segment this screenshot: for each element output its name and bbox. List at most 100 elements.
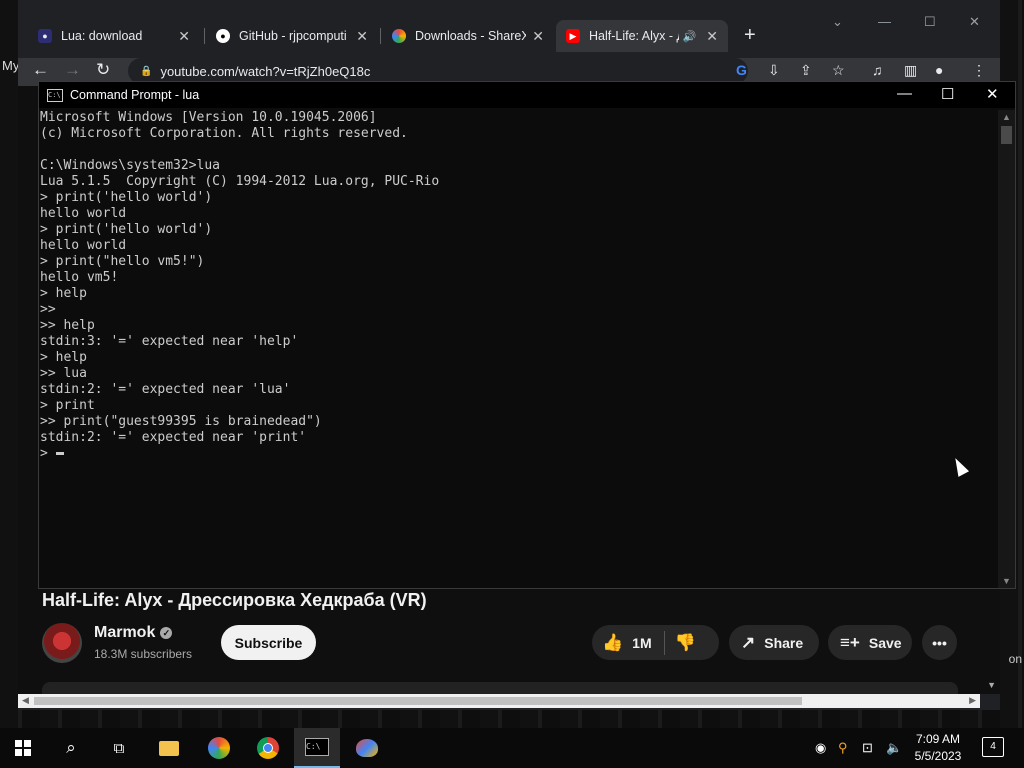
console-output[interactable]: Microsoft Windows [Version 10.0.19045.20…: [39, 110, 998, 588]
chrome-taskbar-icon[interactable]: [245, 728, 291, 768]
tab-title: Half-Life: Alyx - Д: [589, 29, 679, 43]
windows-logo-icon: [15, 740, 31, 756]
close-tab-icon[interactable]: ✕: [532, 28, 544, 45]
scroll-down-icon[interactable]: ▼: [1002, 576, 1011, 586]
volume-icon[interactable]: 🔈: [886, 740, 902, 756]
console-line: > print("hello vm5!"): [40, 254, 205, 269]
cmd-taskbar-icon[interactable]: C:\: [294, 728, 340, 768]
verified-icon: ✓: [160, 626, 173, 639]
network-icon[interactable]: ⊡: [862, 740, 873, 756]
console-line: stdin:2: '=' expected near 'lua': [40, 382, 291, 397]
scroll-left-icon[interactable]: ◀: [22, 695, 29, 706]
google-lens-icon[interactable]: G: [736, 62, 747, 78]
youtube-icon: ▶: [566, 29, 580, 43]
tab-youtube-half-life[interactable]: ▶ Half-Life: Alyx - Д 🔊 ✕: [556, 20, 728, 52]
reload-icon[interactable]: ↻: [96, 60, 110, 80]
tab-sharex[interactable]: Downloads - ShareX ✕: [382, 20, 554, 52]
cmd-title-bar[interactable]: C:\ Command Prompt - lua — ☐ ✕: [39, 82, 1015, 108]
audio-playing-icon[interactable]: 🔊: [683, 30, 697, 43]
file-explorer-icon[interactable]: [146, 728, 192, 768]
notification-center-icon[interactable]: 4: [982, 737, 1004, 757]
horizontal-scrollbar[interactable]: ◀ ▶: [18, 694, 980, 708]
side-panel-icon[interactable]: ▥: [904, 62, 917, 79]
scroll-right-icon[interactable]: ▶: [969, 695, 976, 706]
console-line: >> lua: [40, 366, 87, 381]
system-clock[interactable]: 7:09 AM 5/5/2023: [908, 731, 968, 765]
like-divider: [663, 630, 665, 655]
close-window-icon[interactable]: ✕: [969, 14, 980, 30]
github-icon: ●: [216, 29, 230, 43]
tray-sharex-icon[interactable]: ◉: [815, 740, 826, 756]
save-label: Save: [868, 634, 902, 651]
subscribe-button[interactable]: Subscribe: [221, 625, 316, 660]
maximize-icon[interactable]: ☐: [941, 85, 954, 103]
close-tab-icon[interactable]: ✕: [706, 28, 718, 45]
console-line: hello world: [40, 206, 127, 221]
media-control-icon[interactable]: ♫: [872, 62, 883, 78]
minimize-icon[interactable]: —: [878, 14, 891, 29]
bookmark-star-icon[interactable]: ☆: [832, 62, 845, 79]
share-button[interactable]: ↗ Share: [729, 625, 819, 660]
url-text: youtube.com/watch?v=tRjZh0eQ18c: [160, 63, 371, 79]
share-page-icon[interactable]: ⇪: [800, 62, 812, 79]
paint-taskbar-icon[interactable]: [344, 728, 390, 768]
sharex-taskbar-icon[interactable]: [196, 728, 242, 768]
tab-title: Downloads - ShareX: [415, 29, 527, 43]
forward-icon[interactable]: →: [64, 60, 81, 80]
add-to-playlist-icon: ≡+: [840, 632, 860, 652]
taskbar: ⌕ ⧉ C:\ ◉ ⚲ ⊡ 🔈 7:09 AM 5/5/2023 4: [0, 728, 1024, 768]
more-actions-button[interactable]: •••: [922, 625, 957, 660]
video-title: Half-Life: Alyx - Дрессировка Хедкраба (…: [42, 590, 427, 610]
console-line: stdin:2: '=' expected near 'print': [40, 430, 307, 445]
chrome-menu-icon[interactable]: ⋮: [972, 62, 986, 79]
console-line: hello vm5!: [40, 270, 119, 285]
console-line: > help: [40, 350, 87, 365]
profile-icon[interactable]: ●: [935, 62, 943, 78]
clock-date: 5/5/2023: [914, 749, 962, 763]
lock-icon: 🔒: [140, 65, 153, 77]
save-button[interactable]: ≡+ Save: [828, 625, 912, 660]
console-lines: Microsoft Windows [Version 10.0.19045.20…: [40, 110, 439, 445]
scrollbar-thumb[interactable]: [34, 697, 802, 705]
description-box[interactable]: [42, 682, 958, 694]
thumbs-up-icon[interactable]: 👍: [602, 633, 623, 653]
console-line: > print: [40, 398, 95, 413]
like-count[interactable]: 1M: [632, 635, 651, 651]
search-icon[interactable]: ⌕: [48, 728, 94, 768]
scrollbar-thumb[interactable]: [1001, 126, 1012, 144]
maximize-icon[interactable]: ☐: [924, 14, 936, 30]
input-prompt: >: [40, 446, 56, 461]
console-line: >> help: [40, 318, 95, 333]
start-button[interactable]: [0, 728, 46, 768]
back-icon[interactable]: ←: [32, 60, 49, 80]
console-line: stdin:3: '=' expected near 'help': [40, 334, 299, 349]
tab-title: GitHub - rjpcomputi: [239, 29, 347, 43]
tab-lua-download[interactable]: ● Lua: download ✕: [28, 20, 200, 52]
tab-search-icon[interactable]: ⌄: [832, 14, 843, 30]
channel-avatar[interactable]: [42, 623, 82, 663]
task-view-icon[interactable]: ⧉: [96, 728, 142, 768]
notification-count: 4: [990, 741, 996, 752]
tab-github[interactable]: ● GitHub - rjpcomputi ✕: [206, 20, 378, 52]
desktop-icon-label: My: [2, 58, 20, 73]
tray-search-tool-icon[interactable]: ⚲: [838, 740, 848, 756]
text-cursor: [55, 452, 64, 455]
more-icon: •••: [932, 634, 947, 651]
tab-title: Lua: download: [61, 29, 143, 43]
new-tab-button[interactable]: +: [744, 24, 756, 47]
close-icon[interactable]: ✕: [986, 85, 999, 103]
share-label: Share: [764, 634, 804, 651]
subscriber-count: 18.3M subscribers: [94, 647, 193, 661]
close-tab-icon[interactable]: ✕: [356, 28, 368, 45]
scroll-down-icon[interactable]: ▼: [987, 680, 996, 690]
command-prompt-window: C:\ Command Prompt - lua — ☐ ✕ Microsoft…: [38, 81, 1016, 589]
install-icon[interactable]: ⇩: [768, 62, 780, 79]
minimize-icon[interactable]: —: [897, 85, 912, 102]
channel-name[interactable]: Marmok ✓: [94, 624, 173, 642]
console-line: hello world: [40, 238, 127, 253]
scroll-up-icon[interactable]: ▲: [1002, 112, 1011, 122]
close-tab-icon[interactable]: ✕: [178, 28, 190, 45]
thumbs-down-icon[interactable]: 👎: [675, 633, 696, 653]
cmd-vertical-scrollbar[interactable]: ▲ ▼: [998, 110, 1015, 588]
tab-strip: ● Lua: download ✕ ● GitHub - rjpcomputi …: [18, 0, 1000, 58]
